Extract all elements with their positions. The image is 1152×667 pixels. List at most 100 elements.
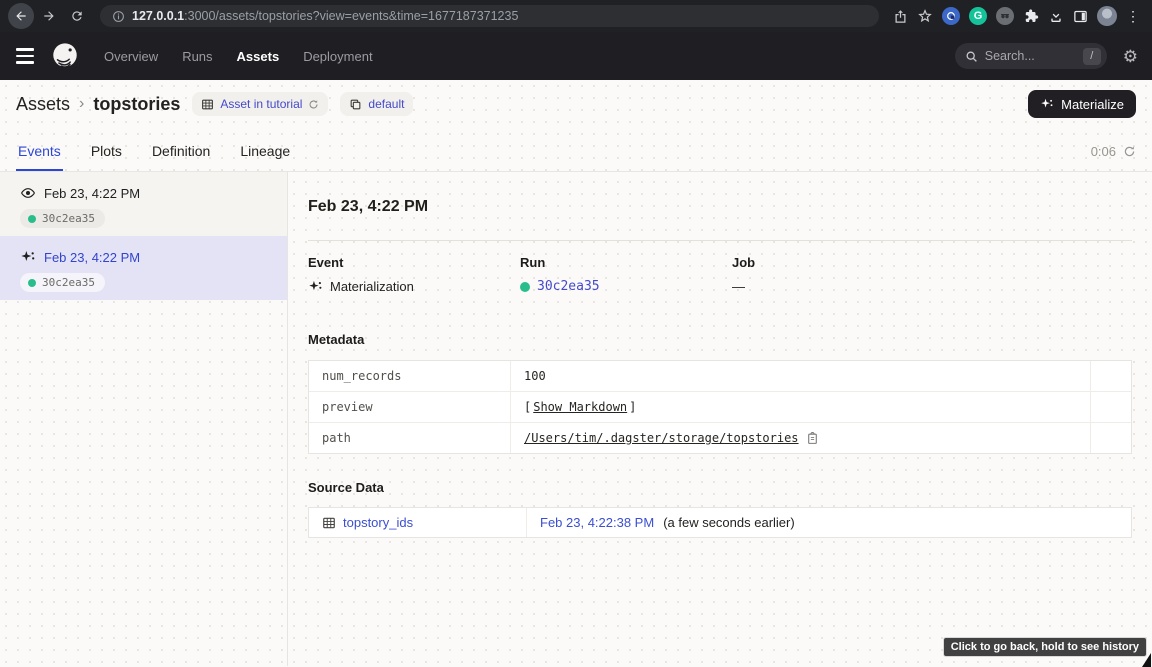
copies-icon	[349, 98, 362, 111]
extension-icon-blue[interactable]	[942, 7, 960, 25]
tab-lineage[interactable]: Lineage	[238, 143, 292, 171]
nav-item-overview[interactable]: Overview	[94, 41, 168, 72]
nav-item-assets[interactable]: Assets	[227, 41, 290, 72]
share-icon[interactable]	[893, 9, 908, 24]
source-data-section: Source Data topstory_ids Feb 23, 4:22:38…	[308, 480, 1132, 538]
nav-item-deployment[interactable]: Deployment	[293, 41, 382, 72]
source-asset-name: topstory_ids	[343, 515, 413, 530]
search-input[interactable]: Search... /	[955, 43, 1107, 69]
source-update-cell: Feb 23, 4:22:38 PM (a few seconds earlie…	[527, 508, 1131, 537]
run-id: 30c2ea35	[42, 276, 95, 289]
metadata-key: num_records	[309, 361, 511, 391]
metadata-key: preview	[309, 391, 511, 422]
materialize-button[interactable]: Materialize	[1028, 90, 1136, 118]
search-placeholder: Search...	[985, 49, 1076, 63]
metadata-value: 100	[511, 361, 1090, 391]
run-label: Run	[520, 255, 732, 270]
search-shortcut-key: /	[1083, 48, 1101, 65]
metadata-value: [Show Markdown]	[511, 391, 1090, 422]
event-label: Event	[308, 255, 520, 270]
bookmark-star-icon[interactable]	[917, 8, 933, 24]
forward-arrow-icon	[42, 9, 56, 23]
event-list-item-observation[interactable]: Feb 23, 4:22 PM 30c2ea35	[0, 172, 287, 236]
event-list-item-materialization[interactable]: Feb 23, 4:22 PM 30c2ea35	[0, 236, 287, 300]
bracket: ]	[629, 400, 636, 414]
run-status-dot	[28, 215, 36, 223]
browser-menu-icon[interactable]: ⋮	[1126, 8, 1140, 25]
metadata-extra-cell	[1090, 361, 1131, 391]
run-id: 30c2ea35	[42, 212, 95, 225]
table-grid-icon	[322, 516, 336, 530]
refresh-icon[interactable]	[1123, 145, 1136, 158]
metadata-extra-cell	[1090, 391, 1131, 422]
source-data-table: topstory_ids Feb 23, 4:22:38 PM (a few s…	[308, 507, 1132, 538]
browser-reload-button[interactable]	[64, 3, 90, 29]
event-timestamp: Feb 23, 4:22 PM	[44, 250, 140, 265]
repo-badge[interactable]: default	[340, 92, 413, 116]
extensions-puzzle-icon[interactable]	[1023, 8, 1039, 24]
search-icon	[965, 50, 978, 63]
path-link[interactable]: /Users/tim/.dagster/storage/topstories	[524, 431, 799, 445]
url-text[interactable]: 127.0.0.1:3000/assets/topstories?view=ev…	[132, 9, 518, 23]
run-id-pill[interactable]: 30c2ea35	[20, 273, 105, 292]
source-asset-link[interactable]: topstory_ids	[309, 508, 527, 537]
url-host: 127.0.0.1	[132, 9, 184, 23]
show-markdown-link[interactable]: Show Markdown	[533, 400, 627, 414]
tab-definition[interactable]: Definition	[150, 143, 212, 171]
metadata-section: Metadata num_records 100 preview [Show M…	[308, 332, 1132, 454]
job-column: Job —	[732, 255, 944, 294]
address-bar[interactable]: 127.0.0.1:3000/assets/topstories?view=ev…	[100, 5, 879, 27]
metadata-table: num_records 100 preview [Show Markdown] …	[308, 360, 1132, 454]
event-summary-columns: Event Materialization Run 30c2ea35 Job —	[308, 241, 1132, 294]
extension-icon-grammarly[interactable]: G	[969, 7, 987, 25]
refresh-icon[interactable]	[308, 99, 319, 110]
extension-icon-goggles[interactable]	[996, 7, 1014, 25]
dagster-logo[interactable]	[50, 41, 80, 71]
breadcrumb-chevron-icon: ›	[79, 95, 84, 113]
run-id-pill[interactable]: 30c2ea35	[20, 209, 105, 228]
hamburger-menu-icon[interactable]	[14, 46, 36, 66]
metadata-heading: Metadata	[308, 332, 1132, 347]
app-nav-bar: Overview Runs Assets Deployment Search..…	[0, 32, 1152, 80]
browser-back-button[interactable]	[8, 3, 34, 29]
asset-group-badge-label: Asset in tutorial	[220, 97, 302, 111]
event-column: Event Materialization	[308, 255, 520, 294]
sparkle-icon	[1040, 97, 1054, 111]
source-update-time-link[interactable]: Feb 23, 4:22:38 PM	[540, 515, 654, 530]
run-id-link[interactable]: 30c2ea35	[537, 279, 600, 294]
browser-actions: G ⋮	[889, 6, 1144, 26]
refresh-timer: 0:06	[1091, 144, 1136, 171]
browser-toolbar: 127.0.0.1:3000/assets/topstories?view=ev…	[0, 0, 1152, 32]
event-list: Feb 23, 4:22 PM 30c2ea35 Feb 23, 4:22 PM…	[0, 172, 288, 666]
side-panel-icon[interactable]	[1073, 9, 1088, 24]
tab-plots[interactable]: Plots	[89, 143, 124, 171]
copy-to-clipboard-icon[interactable]	[806, 432, 819, 445]
browser-profile-avatar[interactable]	[1097, 6, 1117, 26]
event-detail-panel: Feb 23, 4:22 PM Event Materialization Ru…	[288, 172, 1152, 666]
reload-icon	[70, 9, 84, 23]
settings-gear-icon[interactable]: ⚙	[1123, 48, 1138, 65]
repo-badge-label: default	[368, 97, 404, 111]
tab-events[interactable]: Events	[16, 143, 63, 171]
metadata-key: path	[309, 422, 511, 453]
asset-group-badge[interactable]: Asset in tutorial	[192, 92, 328, 116]
download-icon[interactable]	[1048, 8, 1064, 24]
asset-header: Assets › topstories Asset in tutorial de…	[0, 80, 1152, 128]
materialize-button-label: Materialize	[1061, 97, 1124, 112]
event-type-value: Materialization	[330, 279, 414, 294]
event-timestamp: Feb 23, 4:22 PM	[44, 186, 140, 201]
source-update-note: (a few seconds earlier)	[663, 515, 795, 530]
back-arrow-icon	[14, 9, 28, 23]
url-path: :3000/assets/topstories?view=events&time…	[184, 9, 518, 23]
browser-forward-button[interactable]	[36, 3, 62, 29]
refresh-countdown: 0:06	[1091, 144, 1116, 159]
job-label: Job	[732, 255, 944, 270]
nav-item-runs[interactable]: Runs	[172, 41, 222, 72]
bracket: [	[524, 400, 531, 414]
breadcrumb-assets[interactable]: Assets	[16, 94, 70, 115]
eye-icon	[20, 185, 36, 201]
site-info-icon[interactable]	[112, 10, 125, 23]
asset-page: Assets › topstories Asset in tutorial de…	[0, 80, 1152, 667]
run-column: Run 30c2ea35	[520, 255, 732, 294]
mouse-cursor	[1142, 653, 1151, 667]
